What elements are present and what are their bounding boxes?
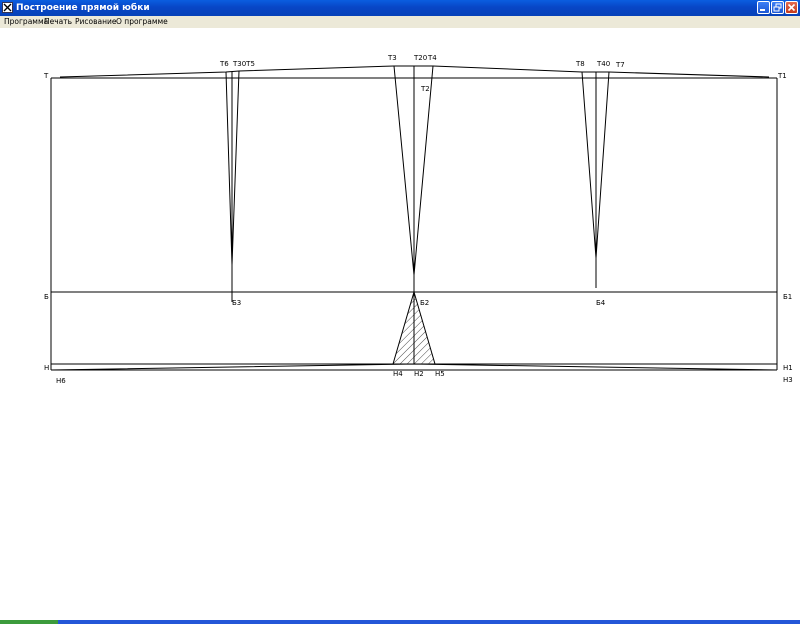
label-b3: Б3 <box>232 299 242 307</box>
label-h1: Н1 <box>783 364 793 372</box>
minimize-icon <box>760 9 765 11</box>
label-b: Б <box>44 293 49 301</box>
label-t4: Т4 <box>428 54 437 62</box>
label-h4: Н4 <box>393 370 403 378</box>
menu-print[interactable]: Печать <box>44 16 72 28</box>
title-bar[interactable]: Построение прямой юбки <box>0 0 800 16</box>
label-t7: Т7 <box>616 61 625 69</box>
label-h3: Н3 <box>783 376 793 384</box>
restore-icon <box>773 3 782 12</box>
label-t1: Т1 <box>778 72 787 80</box>
minimize-button[interactable] <box>757 1 770 14</box>
label-h: Н <box>44 364 50 372</box>
menu-about[interactable]: О программе <box>116 16 168 28</box>
label-b2: Б2 <box>420 299 430 307</box>
label-h6: Н6 <box>56 377 66 385</box>
label-t40: Т40 <box>597 60 611 68</box>
label-t20: Т20 <box>414 54 428 62</box>
skirt-pattern-drawing <box>50 65 778 371</box>
restore-button[interactable] <box>771 1 784 14</box>
label-t6: Т6 <box>220 60 229 68</box>
drawing-canvas[interactable]: Т Т1 Т6 Т30Т5 Т3 Т20 Т4 Т2 Т8 Т40 Т7 Б Б… <box>0 28 800 620</box>
label-t8: Т8 <box>576 60 585 68</box>
taskbar-strip <box>0 620 800 624</box>
app-x-icon[interactable] <box>2 2 13 13</box>
start-button[interactable] <box>0 620 58 624</box>
menu-bar: Программа Печать Рисование О программе <box>0 16 800 28</box>
menu-program[interactable]: Программа <box>4 16 48 28</box>
label-t3: Т3 <box>388 54 397 62</box>
label-t30t5: Т30Т5 <box>233 60 255 68</box>
menu-drawing[interactable]: Рисование <box>75 16 117 28</box>
window-title: Построение прямой юбки <box>16 3 150 13</box>
close-button[interactable] <box>785 1 798 14</box>
close-icon <box>787 3 796 12</box>
label-h5: Н5 <box>435 370 445 378</box>
label-t: Т <box>44 72 49 80</box>
label-b1: Б1 <box>783 293 793 301</box>
label-t2: Т2 <box>421 85 430 93</box>
label-b4: Б4 <box>596 299 606 307</box>
label-h2: Н2 <box>414 370 424 378</box>
